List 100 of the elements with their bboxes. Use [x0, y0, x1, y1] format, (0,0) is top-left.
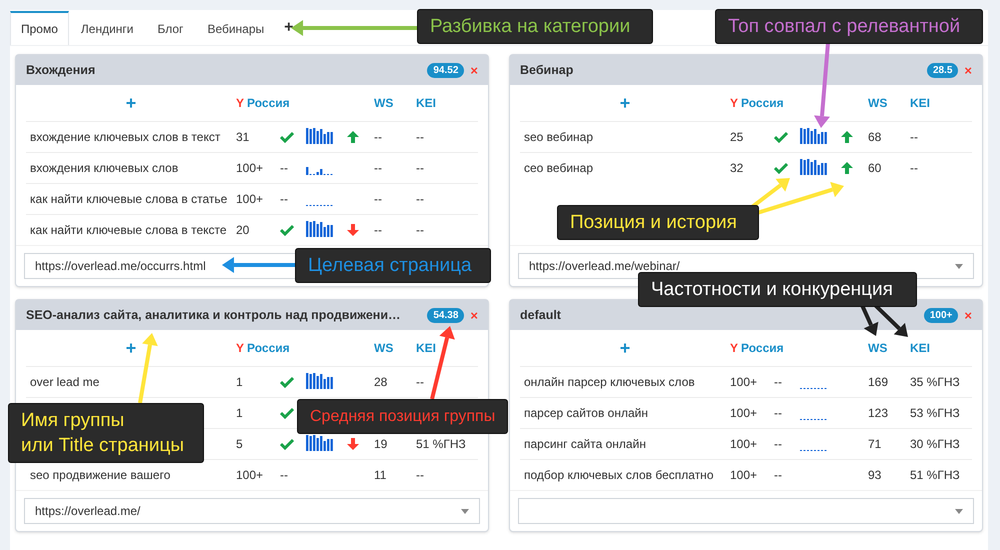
kei-value: -- [416, 129, 424, 146]
ws-value: 11 [374, 467, 386, 484]
position-value: 20 [236, 222, 250, 239]
ws-value: 169 [868, 374, 888, 391]
panel-title: Вебинар [520, 62, 574, 79]
keyword: seo вебинар [524, 129, 594, 146]
panel-title: Вхождения [26, 62, 96, 79]
keyword: seo продвижение вашего [30, 467, 170, 484]
tab[interactable]: Лендинги [68, 11, 146, 45]
position-value: 100+ [730, 436, 758, 453]
region-header: Россия [247, 95, 290, 112]
annotation-tooltip: Целевая страница [295, 248, 491, 283]
no-match-value: -- [280, 191, 288, 208]
kei-value: -- [910, 129, 918, 146]
keyword: онлайн парсер ключевых слов [524, 374, 695, 391]
caret-down-icon [461, 508, 469, 514]
position-value: 100+ [730, 374, 758, 391]
keyword: парсер сайтов онлайн [524, 405, 648, 422]
position-value: 31 [236, 129, 250, 146]
tab[interactable]: Промо [10, 11, 69, 45]
ws-value: 60 [868, 160, 882, 177]
position-value: 100+ [236, 191, 264, 208]
position-value: 1 [236, 374, 243, 391]
add-keyword-button[interactable]: + [620, 339, 630, 357]
no-match-value: -- [774, 467, 782, 484]
position-value: 100+ [236, 467, 264, 484]
keyword: over lead me [30, 374, 100, 391]
column-header: WS [374, 340, 394, 357]
column-header: KEI [416, 95, 436, 112]
kei-value: 35 %ГНЗ [910, 374, 960, 391]
search-engine-mark: Y [730, 95, 738, 112]
position-value: 100+ [730, 405, 758, 422]
keyword: сео вебинар [524, 160, 594, 177]
add-keyword-button[interactable]: + [620, 94, 630, 112]
ws-value: 28 [374, 374, 388, 391]
kei-value: -- [910, 160, 918, 177]
position-value: 5 [236, 436, 243, 453]
region-header: Россия [247, 340, 290, 357]
kei-value: -- [416, 222, 424, 239]
position-value: 100+ [730, 467, 758, 484]
average-position-badge: 54.38 [427, 308, 464, 322]
ws-value: 71 [868, 436, 882, 453]
search-engine-mark: Y [236, 95, 244, 112]
annotation-tooltip: Позиция и история [557, 205, 759, 240]
no-match-value: -- [280, 467, 288, 484]
column-header: WS [374, 95, 394, 112]
column-header: KEI [910, 95, 930, 112]
caret-down-icon [955, 508, 963, 514]
column-header: KEI [910, 340, 930, 357]
search-engine-mark: Y [730, 340, 738, 357]
no-match-value: -- [774, 374, 782, 391]
column-header: WS [868, 340, 888, 357]
position-value: 25 [730, 129, 744, 146]
annotation-tooltip: Средняя позиция группы [297, 399, 508, 434]
add-keyword-button[interactable]: + [126, 94, 136, 112]
keyword: как найти ключевые слова в статье [30, 191, 228, 208]
kei-value: 53 %ГНЗ [910, 405, 960, 422]
add-keyword-button[interactable]: + [126, 339, 136, 357]
panel-title: default [520, 306, 561, 324]
column-header: KEI [416, 340, 436, 357]
panel-title: SEO-анализ сайта, аналитика и контроль над продвижени… [26, 306, 401, 324]
column-header: WS [868, 95, 888, 112]
kei-value: -- [416, 160, 424, 177]
no-match-value: -- [280, 160, 288, 177]
kei-value: 51 %ГНЗ [910, 467, 960, 484]
ws-value: -- [374, 129, 382, 146]
region-header: Россия [741, 95, 784, 112]
position-value: 32 [730, 160, 744, 177]
keyword: подбор ключевых слов бесплатно [524, 467, 714, 484]
kei-value: -- [416, 374, 424, 391]
ws-value: -- [374, 191, 382, 208]
ws-value: 123 [868, 405, 888, 422]
search-engine-mark: Y [236, 340, 244, 357]
kei-value: -- [416, 467, 424, 484]
kei-value: 51 %ГНЗ [416, 436, 466, 453]
average-position-badge: 94.52 [427, 62, 464, 78]
ws-value: 93 [868, 467, 882, 484]
position-value: 100+ [236, 160, 264, 177]
position-value: 1 [236, 405, 243, 422]
tab[interactable]: Блог [146, 11, 196, 45]
kei-value: -- [416, 191, 424, 208]
ws-value: -- [374, 160, 382, 177]
average-position-badge: 100+ [924, 308, 958, 322]
tab[interactable]: Вебинары [195, 11, 276, 45]
region-header: Россия [741, 340, 784, 357]
annotation-tooltip: Топ совпал с релевантной [715, 9, 983, 44]
no-match-value: -- [774, 436, 782, 453]
ws-value: 68 [868, 129, 882, 146]
kei-value: 30 %ГНЗ [910, 436, 960, 453]
annotation-tooltip: Разбивка на категории [417, 9, 653, 44]
url-select[interactable]: https://overlead.me/ [24, 498, 480, 524]
keyword: вхождения ключевых слов [30, 160, 178, 177]
caret-down-icon [955, 264, 963, 268]
url-select[interactable] [518, 498, 974, 524]
average-position-badge: 28.5 [926, 62, 958, 78]
ws-value: 19 [374, 436, 388, 453]
annotation-tooltip: Имя группы или Title страницы [8, 403, 204, 463]
add-tab-button[interactable]: + [276, 11, 302, 45]
ws-value: -- [374, 222, 382, 239]
no-match-value: -- [774, 405, 782, 422]
